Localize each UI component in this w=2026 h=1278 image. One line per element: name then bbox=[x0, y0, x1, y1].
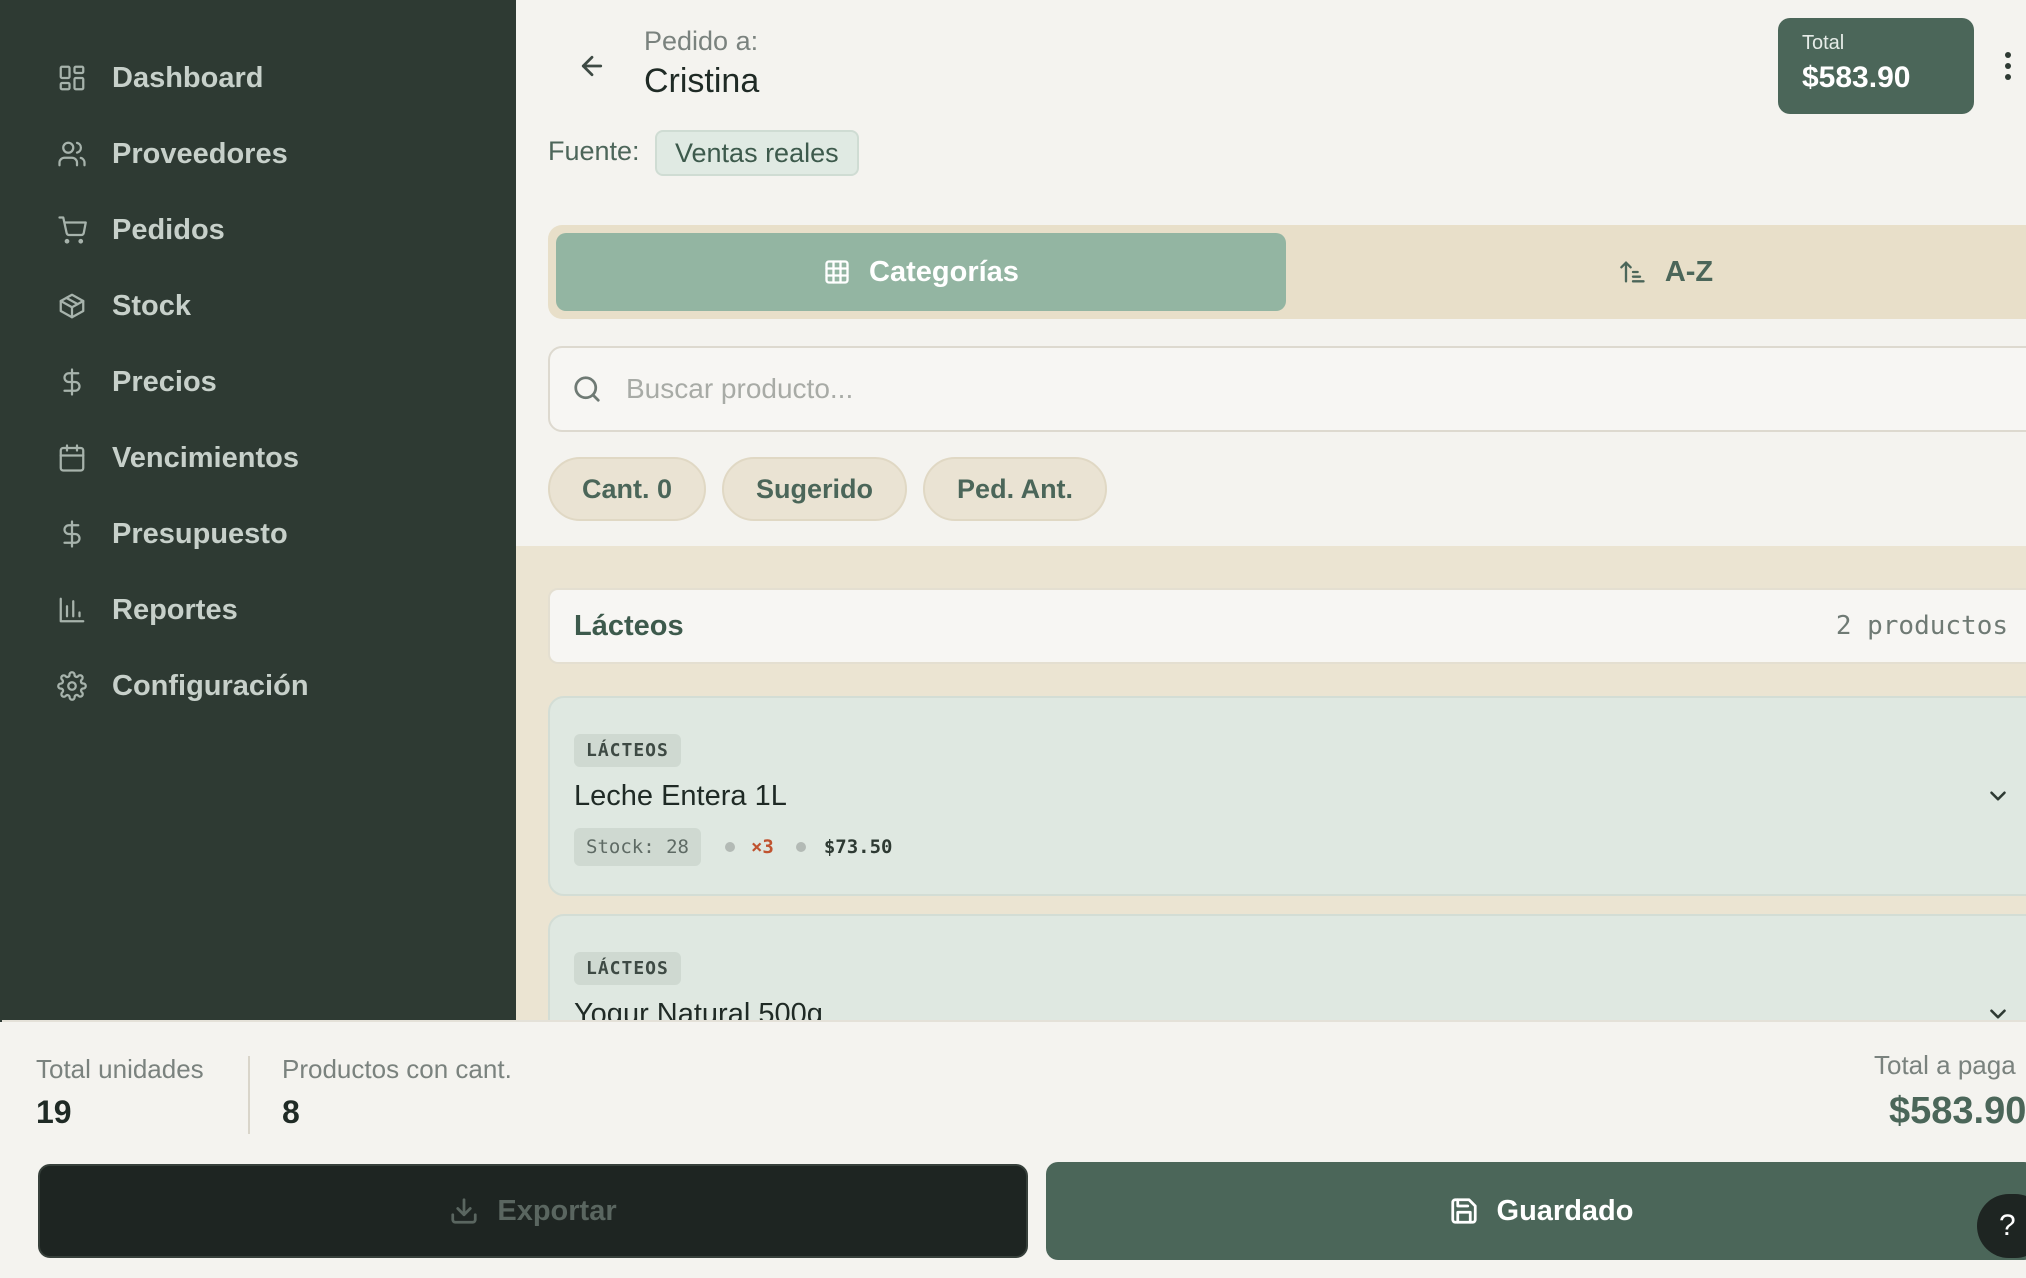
total-units-label: Total unidades bbox=[36, 1054, 204, 1084]
products-with-qty-label: Productos con cant. bbox=[282, 1054, 512, 1084]
divider bbox=[248, 1056, 250, 1134]
sidebar-item-stock[interactable]: Stock bbox=[0, 268, 516, 344]
total-badge-label: Total bbox=[1802, 32, 1845, 54]
source-label: Fuente: bbox=[548, 136, 640, 166]
product-category-tag: LÁCTEOS bbox=[574, 734, 681, 767]
category-title: Lácteos bbox=[574, 609, 684, 642]
dollar-icon bbox=[56, 518, 88, 550]
view-categorias-label: Categorías bbox=[869, 255, 1019, 288]
export-button[interactable]: Exportar bbox=[38, 1164, 1028, 1258]
kebab-dot bbox=[2005, 74, 2011, 80]
arrow-left-icon bbox=[581, 55, 603, 77]
view-az-label: A-Z bbox=[1664, 255, 1714, 288]
sidebar-item-label: Reportes bbox=[112, 593, 238, 626]
sidebar-item-presupuesto[interactable]: Presupuesto bbox=[0, 496, 516, 572]
order-footer: Total unidades 19 Productos con cant. 8 … bbox=[2, 1020, 2026, 1278]
separator-dot bbox=[724, 842, 735, 852]
back-button[interactable] bbox=[572, 46, 612, 86]
save-button[interactable]: Guardado bbox=[1046, 1162, 2026, 1260]
gear-icon bbox=[56, 670, 88, 702]
pack-multiplier: ×3 bbox=[750, 836, 774, 858]
order-to-label: Pedido a: bbox=[644, 26, 759, 56]
filter-sugerido[interactable]: Sugerido bbox=[722, 457, 908, 521]
product-card[interactable]: LÁCTEOS Leche Entera 1L Stock: 28 ×3 $73… bbox=[548, 696, 2026, 896]
view-categorias-button[interactable]: Categorías bbox=[556, 233, 1286, 311]
bar-chart-icon bbox=[56, 594, 88, 626]
view-az-button[interactable]: A-Z bbox=[1286, 233, 2026, 311]
source-chip[interactable]: Ventas reales bbox=[655, 130, 859, 176]
product-card[interactable]: LÁCTEOS Yogur Natural 500g bbox=[548, 914, 2026, 1022]
download-icon bbox=[451, 1198, 477, 1224]
filter-ped-ant[interactable]: Ped. Ant. bbox=[923, 457, 1108, 521]
sidebar-item-vencimientos[interactable]: Vencimientos bbox=[0, 420, 516, 496]
box-icon bbox=[56, 290, 88, 322]
total-to-pay-value: $583.90 bbox=[1889, 1090, 2026, 1132]
export-label: Exportar bbox=[497, 1194, 617, 1227]
expand-button[interactable] bbox=[1980, 996, 2016, 1022]
users-icon bbox=[56, 138, 88, 170]
sidebar: Dashboard Proveedores Pedidos Stock Prec… bbox=[0, 0, 516, 1022]
product-name: Leche Entera 1L bbox=[574, 780, 787, 812]
chevron-down-icon bbox=[1990, 1009, 2006, 1019]
product-list: Lácteos 2 productos LÁCTEOS Leche Entera… bbox=[516, 546, 2026, 1022]
sidebar-item-label: Configuración bbox=[112, 669, 309, 702]
category-header[interactable]: Lácteos 2 productos bbox=[548, 588, 2026, 664]
sidebar-nav: Dashboard Proveedores Pedidos Stock Prec… bbox=[0, 40, 516, 724]
sidebar-item-reportes[interactable]: Reportes bbox=[0, 572, 516, 648]
product-price: $73.50 bbox=[823, 836, 893, 858]
filter-chips: Cant. 0 Sugerido Ped. Ant. bbox=[548, 457, 1108, 521]
sidebar-item-label: Pedidos bbox=[112, 213, 225, 246]
search-icon bbox=[574, 376, 600, 402]
kebab-dot bbox=[2005, 52, 2011, 58]
kebab-dot bbox=[2005, 63, 2011, 69]
save-icon bbox=[1450, 1198, 1477, 1224]
grid-icon bbox=[825, 260, 849, 284]
sidebar-item-precios[interactable]: Precios bbox=[0, 344, 516, 420]
save-label: Guardado bbox=[1496, 1194, 1634, 1227]
product-category-tag: LÁCTEOS bbox=[574, 952, 681, 985]
sidebar-item-configuracion[interactable]: Configuración bbox=[0, 648, 516, 724]
supplier-name: Cristina bbox=[644, 62, 760, 100]
sidebar-item-label: Dashboard bbox=[112, 61, 264, 94]
sidebar-item-label: Vencimientos bbox=[112, 441, 299, 474]
view-toggle: Categorías A-Z bbox=[548, 225, 2026, 319]
dashboard-icon bbox=[56, 62, 88, 94]
total-units-value: 19 bbox=[36, 1094, 72, 1130]
expand-button[interactable] bbox=[1980, 778, 2016, 814]
sidebar-item-pedidos[interactable]: Pedidos bbox=[0, 192, 516, 268]
sidebar-item-label: Precios bbox=[112, 365, 217, 398]
stock-pill: Stock: 28 bbox=[574, 828, 701, 866]
search-input[interactable] bbox=[626, 373, 1926, 405]
sidebar-item-label: Presupuesto bbox=[112, 517, 288, 550]
product-meta: Stock: 28 ×3 $73.50 bbox=[574, 828, 892, 866]
sidebar-item-label: Proveedores bbox=[112, 137, 288, 170]
cart-icon bbox=[56, 214, 88, 246]
sidebar-item-label: Stock bbox=[112, 289, 191, 322]
calendar-icon bbox=[56, 442, 88, 474]
products-with-qty-value: 8 bbox=[282, 1094, 300, 1130]
category-count: 2 productos bbox=[1835, 611, 2008, 641]
total-badge: Total $583.90 bbox=[1778, 18, 1974, 114]
filter-cant-0[interactable]: Cant. 0 bbox=[548, 457, 707, 521]
dollar-icon bbox=[56, 366, 88, 398]
chevron-down-icon bbox=[1990, 791, 2006, 801]
more-options-button[interactable] bbox=[1986, 46, 2026, 86]
sort-asc-icon bbox=[1619, 261, 1645, 283]
separator-dot bbox=[795, 842, 806, 852]
total-badge-value: $583.90 bbox=[1802, 61, 1911, 94]
sidebar-item-proveedores[interactable]: Proveedores bbox=[0, 116, 516, 192]
order-editor: Pedido a: Cristina Total $583.90 Fuente:… bbox=[516, 0, 2026, 1022]
product-name: Yogur Natural 500g bbox=[574, 998, 823, 1022]
sidebar-item-dashboard[interactable]: Dashboard bbox=[0, 40, 516, 116]
total-to-pay-label: Total a paga bbox=[1874, 1050, 2016, 1080]
search-box bbox=[548, 346, 2026, 432]
